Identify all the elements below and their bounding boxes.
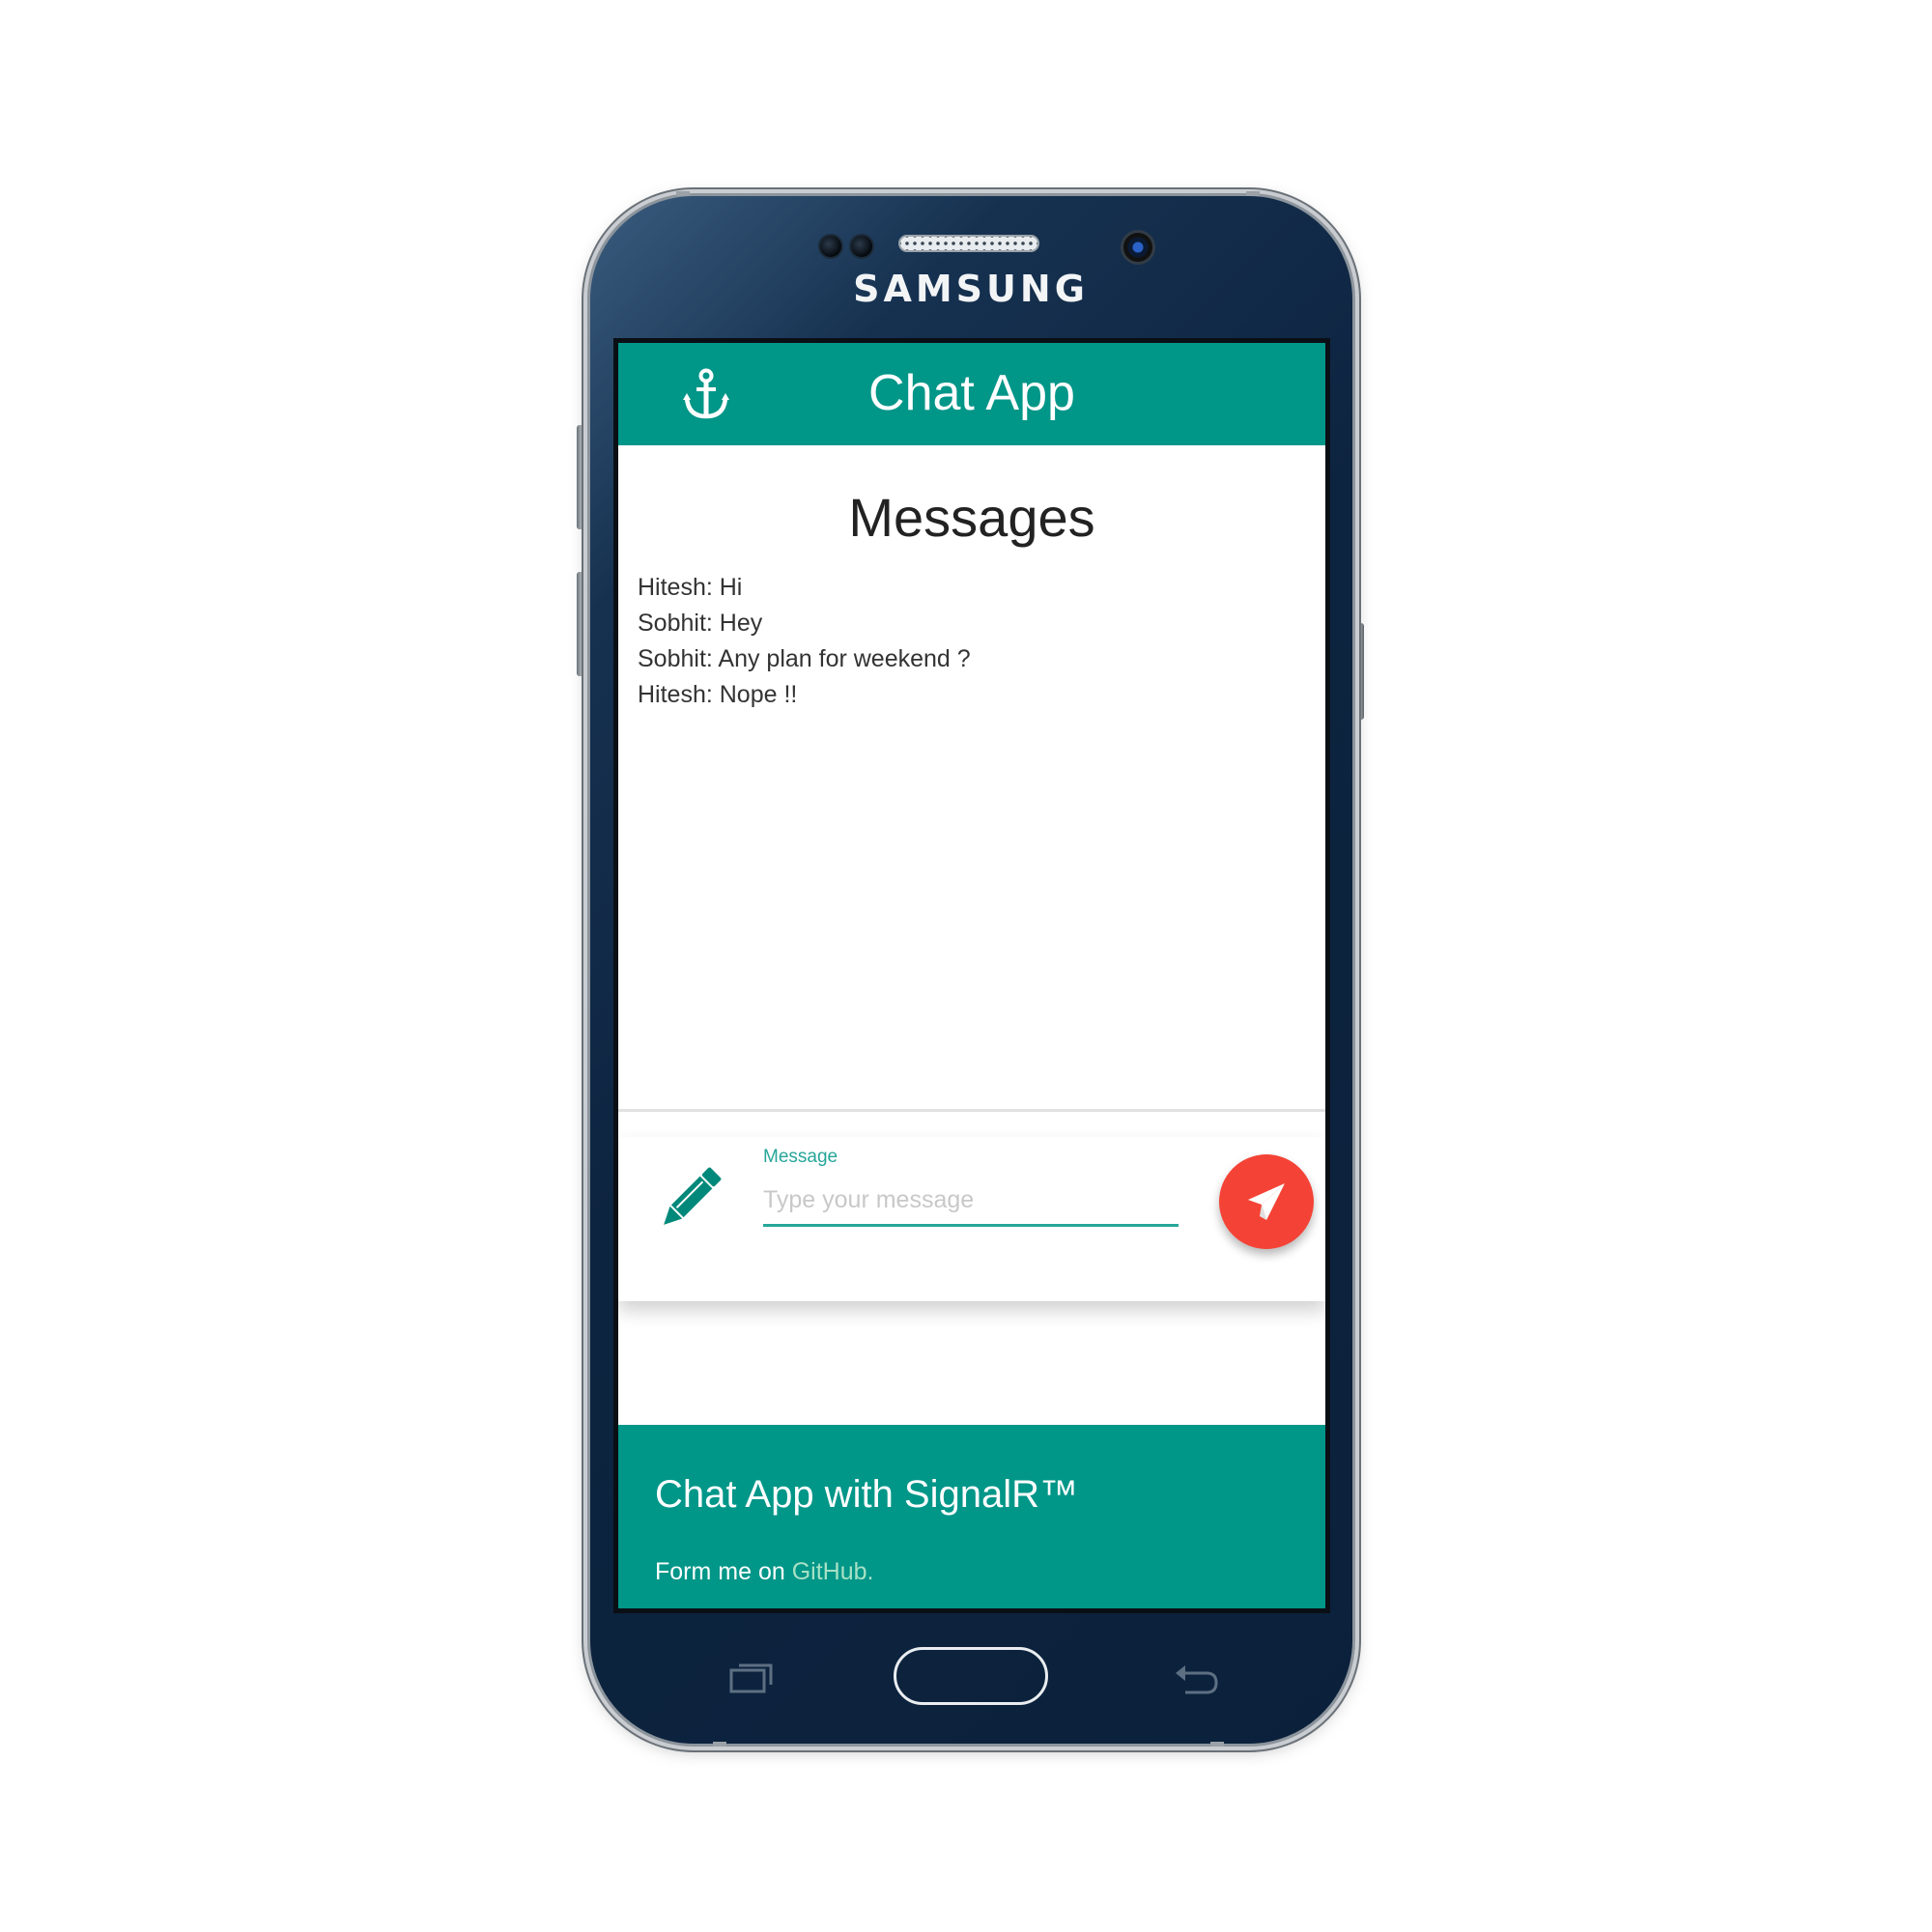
send-button[interactable]	[1219, 1154, 1314, 1249]
footer: Chat App with SignalR™ Form me on GitHub…	[618, 1425, 1325, 1608]
body-seam	[1246, 191, 1260, 196]
light-sensor-icon	[849, 234, 874, 259]
footer-title: Chat App with SignalR™	[655, 1473, 1079, 1516]
pencil-icon	[664, 1167, 722, 1225]
messages-heading: Messages	[848, 487, 1095, 548]
app-bar: Chat App	[618, 343, 1325, 445]
message-input[interactable]	[763, 1176, 1179, 1227]
earpiece-speaker	[898, 235, 1039, 252]
github-link[interactable]: GitHub.	[792, 1558, 874, 1585]
send-icon	[1248, 1183, 1285, 1220]
message-composer: Message	[618, 1137, 1325, 1301]
message-item: Sobhit: Hey	[638, 610, 763, 637]
message-item: Hitesh: Hi	[638, 574, 743, 601]
volume-down-button[interactable]	[577, 572, 585, 676]
proximity-sensor-icon	[818, 234, 843, 259]
front-camera-icon	[1121, 230, 1155, 265]
footer-text-prefix: Form me on	[655, 1558, 785, 1585]
message-list: Hitesh: Hi Sobhit: Hey Sobhit: Any plan …	[638, 570, 971, 713]
stage: SAMSUNG Chat App Messages Hitesh: Hi Sob…	[0, 0, 1932, 1932]
volume-up-button[interactable]	[577, 425, 585, 529]
recents-icon[interactable]	[729, 1662, 774, 1694]
message-item: Hitesh: Nope !!	[638, 681, 798, 708]
app-title: Chat App	[868, 365, 1075, 421]
body-seam	[676, 191, 690, 196]
back-icon[interactable]	[1174, 1660, 1220, 1696]
footer-text: Form me on GitHub.	[655, 1558, 873, 1586]
body-seam	[1210, 1742, 1224, 1747]
device-brand-logo: SAMSUNG	[853, 268, 1089, 310]
message-item: Sobhit: Any plan for weekend ?	[638, 645, 971, 672]
message-field-label: Message	[763, 1147, 838, 1167]
phone-screen: Chat App Messages Hitesh: Hi Sobhit: Hey…	[613, 338, 1330, 1613]
home-button[interactable]	[894, 1647, 1048, 1705]
body-seam	[713, 1742, 726, 1747]
power-button[interactable]	[1355, 623, 1364, 720]
messages-divider	[618, 1109, 1325, 1112]
